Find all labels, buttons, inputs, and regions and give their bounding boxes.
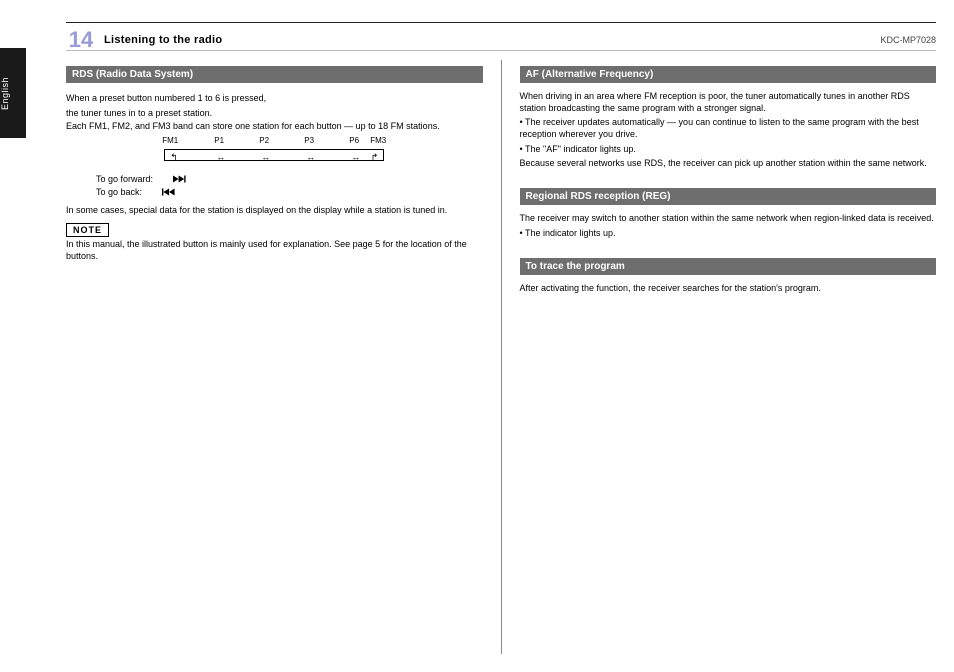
af-body2: Because several networks use RDS, the re… (520, 158, 937, 170)
prev-track-icon (162, 187, 176, 197)
af-bullet1: • The receiver updates automatically — y… (520, 117, 937, 140)
reg-body1: The receiver may switch to another stati… (520, 213, 937, 225)
arrow-bi-icon: ↔ (261, 152, 270, 162)
arrow-bi-icon: ↔ (306, 152, 315, 162)
preset-note: When a preset button numbered 1 to 6 is … (66, 93, 266, 103)
skip-back-label: To go back: (96, 187, 142, 197)
arrow-left-icon: ↰ (170, 152, 178, 163)
page-header: 14 Listening to the radio KDC-MP7028 (66, 22, 936, 53)
side-tab-label: English (0, 48, 10, 138)
diagram-p1: P1 (214, 136, 224, 145)
preset-diagram: FM1 P1 P2 P3 P6 FM3 ↰ ↔ ↔ ↔ ↔ ↱ (164, 138, 384, 168)
section-rds: RDS (Radio Data System) (66, 66, 483, 83)
af-bullet2: • The "AF" indicator lights up. (520, 144, 937, 156)
display-note: In some cases, special data for the stat… (66, 205, 483, 217)
diagram-right-label: FM3 (370, 136, 386, 145)
column-divider (501, 60, 502, 654)
note-body: In this manual, the illustrated button i… (66, 239, 483, 262)
preset-bullet: the tuner tunes in to a preset station. (74, 108, 483, 118)
side-tab: English (0, 48, 26, 138)
preset-body: Each FM1, FM2, and FM3 band can store on… (66, 121, 483, 133)
af-body1: When driving in an area where FM recepti… (520, 91, 937, 114)
trace-body: After activating the function, the recei… (520, 283, 937, 295)
header-rule (66, 50, 936, 51)
reg-body2: • The indicator lights up. (520, 228, 937, 240)
next-track-icon (173, 174, 187, 184)
left-column: RDS (Radio Data System) When a preset bu… (66, 60, 483, 654)
right-column: AF (Alternative Frequency) When driving … (520, 60, 937, 654)
arrow-bi-icon: ↔ (351, 152, 360, 162)
skip-forward-label: To go forward: (96, 174, 153, 184)
diagram-p6: P6 (349, 136, 359, 145)
header-unit: KDC-MP7028 (880, 35, 936, 45)
arrow-bi-icon: ↔ (216, 152, 225, 162)
diagram-p3: P3 (304, 136, 314, 145)
arrow-right-icon: ↱ (371, 152, 379, 163)
diagram-left-label: FM1 (162, 136, 178, 145)
diagram-p2: P2 (259, 136, 269, 145)
header-title: Listening to the radio (104, 34, 222, 46)
section-af: AF (Alternative Frequency) (520, 66, 937, 83)
section-trace: To trace the program (520, 258, 937, 275)
note-badge: NOTE (66, 223, 109, 237)
section-reg: Regional RDS reception (REG) (520, 188, 937, 205)
